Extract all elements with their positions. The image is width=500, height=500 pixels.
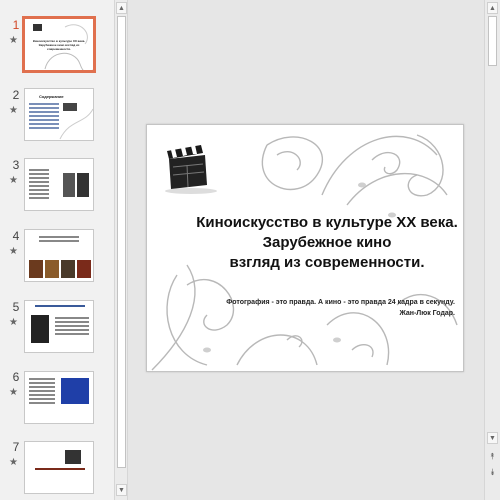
slide-editing-area[interactable]: Киноискусство в культуре ХХ века. Зарубе… bbox=[129, 0, 484, 500]
scroll-up-button[interactable]: ▲ bbox=[116, 2, 127, 14]
next-slide-button[interactable]: ⯯ bbox=[487, 466, 498, 478]
scroll-thumb[interactable] bbox=[117, 16, 126, 468]
slide-number: 4 bbox=[12, 229, 20, 243]
scroll-down-button[interactable]: ▼ bbox=[487, 432, 498, 444]
thumbnail-text bbox=[39, 236, 79, 244]
thumbnail-image bbox=[65, 450, 81, 464]
current-slide[interactable]: Киноискусство в культуре ХХ века. Зарубе… bbox=[146, 124, 464, 372]
transition-star-icon: ★ bbox=[9, 35, 18, 46]
thumbnail-text bbox=[35, 468, 85, 472]
slide-title-line: Киноискусство в культуре ХХ века. bbox=[196, 214, 458, 231]
scroll-down-button[interactable]: ▼ bbox=[116, 484, 127, 496]
quote-text: Фотография - это правда. А кино - это пр… bbox=[226, 299, 455, 306]
slide-quote[interactable]: Фотография - это правда. А кино - это пр… bbox=[205, 297, 455, 319]
thumbnail-text bbox=[55, 317, 89, 337]
scroll-thumb[interactable] bbox=[488, 16, 497, 66]
thumbnail-text bbox=[29, 169, 49, 201]
thumbnail-image bbox=[61, 260, 75, 278]
thumbnail-image bbox=[77, 173, 89, 197]
previous-slide-button[interactable]: ⯭ bbox=[487, 450, 498, 462]
thumbnail-image bbox=[77, 260, 91, 278]
thumbnail-image bbox=[63, 173, 75, 197]
slide-number: 6 bbox=[12, 370, 20, 384]
slide-title-line: Зарубежное кино bbox=[262, 234, 392, 251]
slide-thumbnail-7[interactable] bbox=[24, 441, 94, 494]
slide-scrollbar[interactable]: ▲ ▼ ⯭ ⯯ bbox=[484, 0, 500, 500]
slide-number: 2 bbox=[12, 88, 20, 102]
swirl-decoration bbox=[59, 108, 93, 140]
slide-thumbnail-3[interactable] bbox=[24, 158, 94, 211]
clapperboard-icon bbox=[165, 145, 217, 194]
thumbnail-scrollbar[interactable]: ▲ ▼ bbox=[114, 0, 128, 500]
transition-star-icon: ★ bbox=[9, 387, 18, 398]
transition-star-icon: ★ bbox=[9, 317, 18, 328]
quote-author: Жан-Люк Годар. bbox=[399, 310, 455, 317]
thumbnail-image bbox=[45, 260, 59, 278]
slide-number: 3 bbox=[12, 158, 20, 172]
scroll-up-button[interactable]: ▲ bbox=[487, 2, 498, 14]
slide-title-line: взгляд из современности. bbox=[229, 254, 425, 271]
slide-number: 5 bbox=[12, 300, 20, 314]
transition-star-icon: ★ bbox=[9, 457, 18, 468]
slide-number: 1 bbox=[12, 18, 20, 32]
slide-thumbnail-4[interactable] bbox=[24, 229, 94, 282]
slide-title[interactable]: Киноискусство в культуре ХХ века. Зарубе… bbox=[177, 213, 463, 273]
slide-thumbnail-2[interactable]: Содержание bbox=[24, 88, 94, 141]
slide-thumbnail-6[interactable] bbox=[24, 371, 94, 424]
slide-number: 7 bbox=[12, 440, 20, 454]
slide-thumbnail-pane[interactable]: 1 ★ Киноискусство в культуре ХХ века. За… bbox=[0, 0, 114, 500]
thumbnail-image bbox=[29, 260, 43, 278]
thumbnail-title: Киноискусство в культуре ХХ века. Зарубе… bbox=[32, 39, 86, 51]
slide-thumbnail-1[interactable]: Киноискусство в культуре ХХ века. Зарубе… bbox=[22, 16, 96, 73]
transition-star-icon: ★ bbox=[9, 175, 18, 186]
thumbnail-image bbox=[31, 315, 49, 343]
slide-thumbnail-5[interactable] bbox=[24, 300, 94, 353]
transition-star-icon: ★ bbox=[9, 246, 18, 257]
transition-star-icon: ★ bbox=[9, 105, 18, 116]
thumbnail-text bbox=[29, 378, 55, 406]
thumbnail-text bbox=[35, 305, 85, 309]
thumbnail-image bbox=[61, 378, 89, 404]
